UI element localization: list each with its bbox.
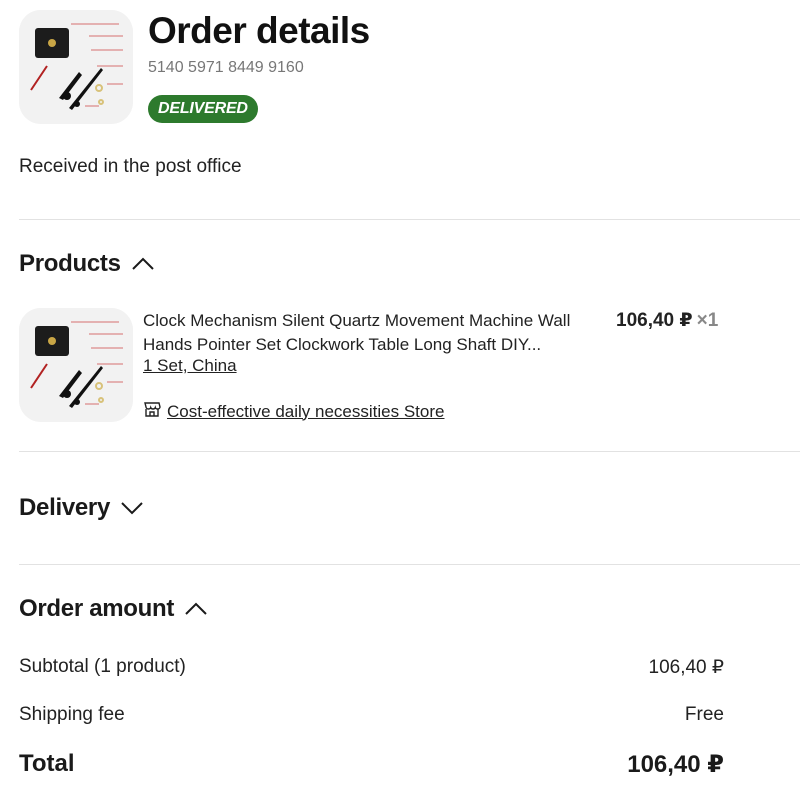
total-label: Total [19, 750, 75, 777]
delivery-section-title: Delivery [19, 494, 110, 521]
products-section-header[interactable]: Products [19, 250, 155, 278]
status-badge: DELIVERED [148, 95, 258, 123]
order-amount-section-header[interactable]: Order amount [19, 595, 208, 623]
product-title[interactable]: Clock Mechanism Silent Quartz Movement M… [143, 309, 583, 357]
product-price: 106,40 ₽ ×1 [616, 309, 718, 332]
clock-mechanism-image [19, 10, 133, 124]
clock-mechanism-image [19, 308, 133, 422]
shipping-fee-value: Free [684, 704, 724, 725]
shipping-fee-label: Shipping fee [19, 704, 125, 725]
order-amount-section-title: Order amount [19, 595, 175, 622]
store-link[interactable]: Cost-effective daily necessities Store [143, 400, 444, 423]
delivery-status-message: Received in the post office [19, 156, 242, 177]
page-title: Order details [148, 10, 370, 51]
product-variant-link[interactable]: 1 Set, China [143, 356, 237, 376]
chevron-up-icon[interactable] [131, 250, 155, 278]
store-name[interactable]: Cost-effective daily necessities Store [167, 402, 444, 422]
total-value: 106,40 ₽ [627, 751, 724, 778]
order-product-thumbnail[interactable] [19, 10, 133, 124]
products-section-title: Products [19, 250, 121, 277]
divider [19, 564, 800, 565]
store-icon [143, 400, 161, 423]
product-price-value: 106,40 ₽ [616, 310, 693, 331]
delivery-section-header[interactable]: Delivery [19, 494, 144, 522]
order-number: 5140 5971 8449 9160 [148, 59, 304, 76]
divider [19, 219, 800, 220]
subtotal-value: 106,40 ₽ [648, 657, 724, 678]
chevron-up-icon[interactable] [184, 595, 208, 623]
chevron-down-icon[interactable] [120, 494, 144, 522]
product-thumbnail[interactable] [19, 308, 133, 422]
product-quantity: ×1 [696, 310, 719, 331]
subtotal-label: Subtotal (1 product) [19, 656, 186, 677]
divider [19, 451, 800, 452]
